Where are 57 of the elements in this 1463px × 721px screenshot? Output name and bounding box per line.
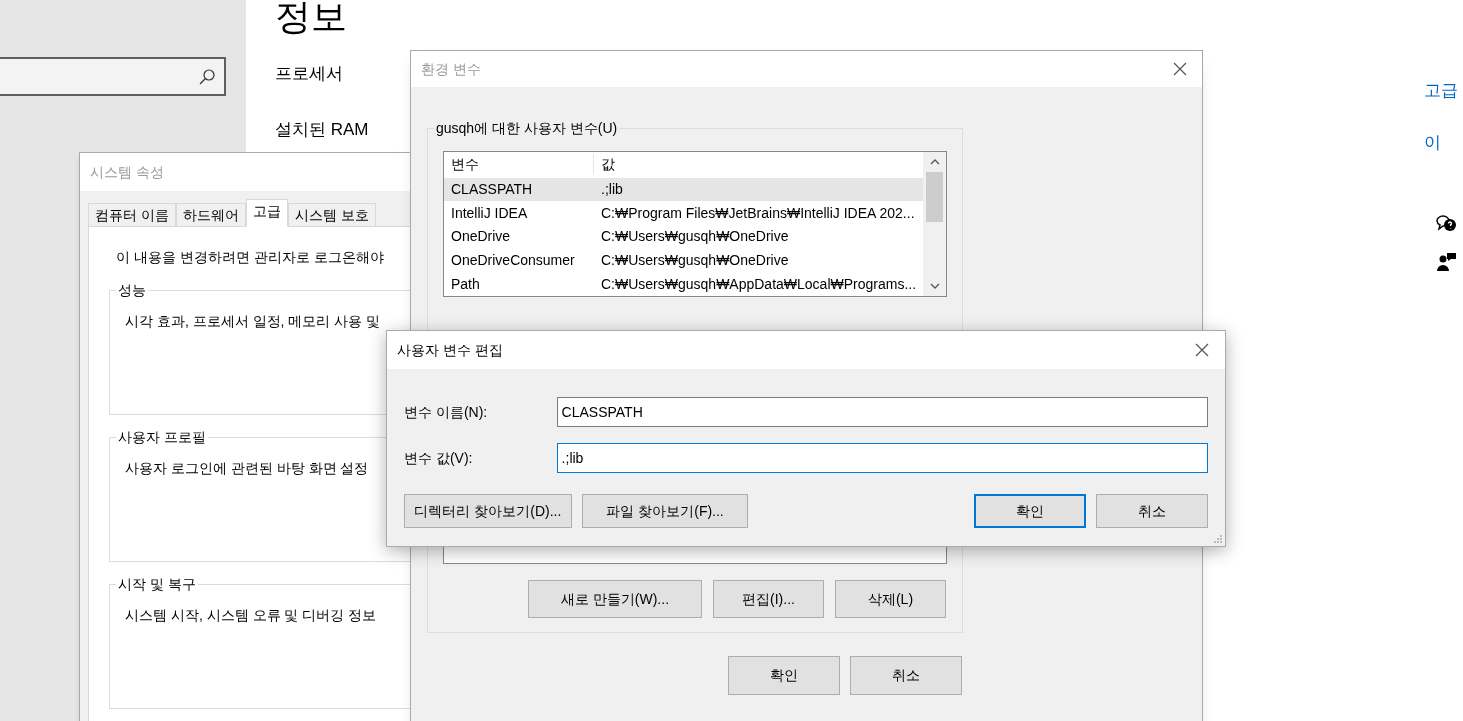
list-row[interactable]: OneDriveConsumer C:₩Users₩gusqh₩OneDrive <box>444 248 924 273</box>
tab[interactable]: 하드웨어 <box>175 203 246 227</box>
tab[interactable]: 시스템 보호 <box>287 203 376 227</box>
scroll-up-icon[interactable] <box>929 158 940 166</box>
list-row[interactable]: Path C:₩Users₩gusqh₩AppData₩Local₩Programs... <box>444 272 924 296</box>
group-description: 시스템 시작, 시스템 오류 및 디버깅 정보 <box>125 607 377 623</box>
tab[interactable]: 고급 <box>245 199 288 227</box>
input-field[interactable]: .;lib <box>556 443 1208 473</box>
variable-value: .;lib <box>600 179 624 199</box>
scrollbar[interactable] <box>923 152 946 296</box>
search-icon <box>198 67 216 86</box>
group-description: 시각 효과, 프로세서 일정, 메모리 사용 및 <box>125 313 381 329</box>
dialog-button[interactable]: 확인 <box>728 656 840 695</box>
scroll-thumb[interactable] <box>926 172 944 222</box>
variable-name: OneDriveConsumer <box>450 251 576 270</box>
close-icon[interactable] <box>1195 343 1209 357</box>
dialog-button[interactable]: 확인 <box>974 494 1087 528</box>
list-row[interactable]: CLASSPATH .;lib <box>444 177 924 202</box>
window-title: 환경 변수 <box>421 59 481 79</box>
dialog-button[interactable]: 새로 만들기(W)... <box>528 580 702 618</box>
dialog-button[interactable]: 삭제(L) <box>835 580 946 618</box>
column-header[interactable]: 값 <box>594 154 622 176</box>
dialog-button[interactable]: 디렉터리 찾아보기(D)... <box>404 494 572 528</box>
page-heading: 정보 <box>275 0 348 39</box>
variable-value: C:₩Program Files₩JetBrains₩IntelliJ IDEA 202... <box>600 203 916 223</box>
related-link[interactable]: 이 <box>1424 131 1441 155</box>
notice-text: 이 내용을 변경하려면 관리자로 로그온해야 <box>116 248 385 267</box>
feedback-person-icon[interactable] <box>1437 252 1457 272</box>
group-description: 사용자 로그인에 관련된 바탕 화면 설정 <box>125 460 369 476</box>
resize-grip-icon[interactable] <box>1212 533 1222 543</box>
input-field[interactable]: CLASSPATH <box>556 397 1208 427</box>
spec-label: 프로세서 <box>275 63 344 85</box>
dialog-button[interactable]: 취소 <box>850 656 962 695</box>
field-label: 변수 값(V): <box>404 448 474 468</box>
search-field[interactable] <box>0 57 226 96</box>
variable-name: IntelliJ IDEA <box>450 203 529 223</box>
variable-name: OneDrive <box>450 227 512 247</box>
help-chat-icon[interactable] <box>1435 213 1457 233</box>
variable-value: C:₩Users₩gusqh₩OneDrive <box>600 251 790 270</box>
column-header[interactable]: 변수 <box>444 154 594 176</box>
spec-label: 설치된 RAM <box>275 119 369 141</box>
variable-value: C:₩Users₩gusqh₩OneDrive <box>600 227 790 247</box>
dialog-button[interactable]: 취소 <box>1096 494 1208 528</box>
window-title: 시스템 속성 <box>90 162 164 182</box>
field-label: 변수 이름(N): <box>404 402 489 422</box>
related-link[interactable]: 고급 <box>1424 79 1458 103</box>
list-row[interactable]: IntelliJ IDEA C:₩Program Files₩JetBrains₩IntelliJ IDEA 202... <box>444 201 924 225</box>
tab[interactable]: 컴퓨터 이름 <box>88 203 176 227</box>
variable-name: Path <box>450 274 481 294</box>
dialog-button[interactable]: 편집(I)... <box>713 580 824 618</box>
window-title: 사용자 변수 편집 <box>397 340 503 360</box>
variable-name: CLASSPATH <box>450 179 534 199</box>
list-row[interactable]: OneDrive C:₩Users₩gusqh₩OneDrive <box>444 225 924 249</box>
dialog-button[interactable]: 파일 찾아보기(F)... <box>581 494 749 528</box>
scroll-down-icon[interactable] <box>929 282 940 290</box>
close-icon[interactable] <box>1173 62 1187 76</box>
variable-value: C:₩Users₩gusqh₩AppData₩Local₩Programs... <box>600 274 918 294</box>
